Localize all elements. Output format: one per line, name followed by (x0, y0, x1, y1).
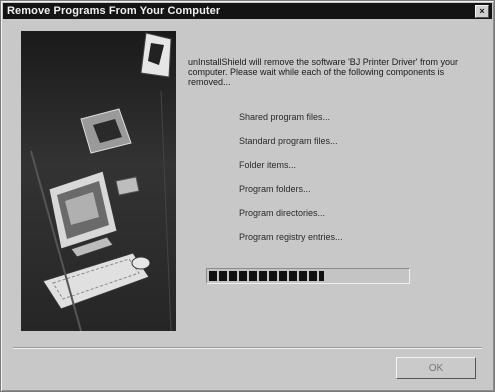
step-program-directories: Program directories... (239, 208, 326, 218)
step-shared-files: Shared program files... (239, 112, 331, 122)
uninstall-dialog: Remove Programs From Your Computer × unI… (0, 0, 495, 392)
title-bar[interactable]: Remove Programs From Your Computer × (3, 3, 492, 19)
step-standard-files: Standard program files... (239, 136, 338, 146)
component-list: Shared program files... Standard program… (239, 111, 343, 255)
illustration-graphic (30, 32, 172, 331)
close-icon[interactable]: × (475, 5, 489, 18)
ok-button[interactable]: OK (396, 357, 476, 379)
step-registry-entries: Program registry entries... (239, 232, 343, 242)
progress-fill (209, 271, 324, 281)
computer-illustration (21, 31, 176, 331)
footer-divider (13, 347, 482, 349)
progress-bar (206, 268, 410, 284)
window-title: Remove Programs From Your Computer (7, 5, 221, 17)
removal-message: unInstallShield will remove the software… (188, 57, 459, 87)
step-program-folders: Program folders... (239, 184, 311, 194)
step-folder-items: Folder items... (239, 160, 297, 170)
